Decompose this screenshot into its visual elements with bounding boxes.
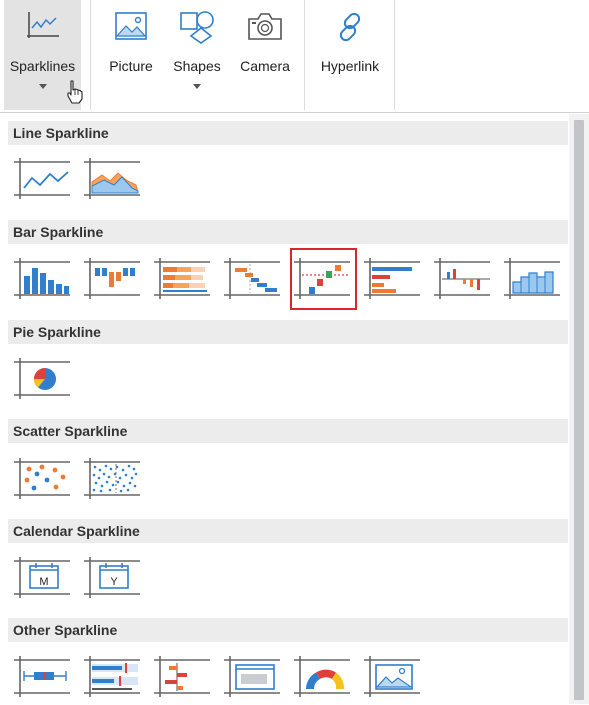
chevron-down-icon (38, 84, 47, 89)
dense-scatter-icon (84, 458, 140, 499)
hyperlink-button[interactable]: Hyperlink (314, 0, 386, 110)
month-sparkline-thumb[interactable]: M (12, 554, 74, 600)
horizontal-bar-sparkline-thumb[interactable] (362, 255, 424, 301)
area-chart-icon (84, 158, 140, 199)
section-header-bar: Bar Sparkline (8, 220, 568, 244)
stacked-sparkline-thumb[interactable] (152, 255, 214, 301)
section-header-other: Other Sparkline (8, 618, 568, 642)
chevron-down-icon (193, 84, 201, 89)
ribbon: Sparklines Picture Shapes Camera Hyperli… (0, 0, 589, 110)
ribbon-separator (394, 0, 395, 110)
hyperlink-label: Hyperlink (320, 58, 380, 74)
pie-chart-icon (14, 358, 70, 399)
bullet-sparkline-thumb[interactable] (82, 653, 144, 699)
picture-button[interactable]: Picture (100, 0, 162, 110)
hand-cursor-icon (66, 80, 84, 109)
selected-item-highlight (290, 248, 357, 310)
link-icon (333, 10, 367, 47)
cascade-sparkline-thumb[interactable] (222, 255, 284, 301)
image-sparkline-thumb[interactable] (362, 653, 424, 699)
line-chart-icon (14, 158, 70, 199)
section-header-line: Line Sparkline (8, 121, 568, 145)
year-sparkline-thumb[interactable]: Y (82, 554, 144, 600)
column-sparkline-thumb[interactable] (12, 255, 74, 301)
scatter-dense-sparkline-thumb[interactable] (82, 455, 144, 501)
cascade-chart-icon (224, 258, 280, 299)
stepped-area-icon (504, 258, 560, 299)
gauge-sparkline-thumb[interactable] (292, 653, 354, 699)
gauge-chart-icon (294, 656, 350, 697)
vertical-scrollbar[interactable] (569, 114, 589, 704)
line-sparkline-thumb[interactable] (12, 155, 74, 201)
shapes-label: Shapes (173, 58, 221, 74)
image-thumb-sparkline-thumb[interactable] (222, 653, 284, 699)
shapes-button[interactable]: Shapes (168, 0, 226, 110)
horizontal-bar-icon (364, 258, 420, 299)
winloss-sparkline-thumb[interactable] (82, 255, 144, 301)
ribbon-separator (304, 0, 305, 110)
picture-label: Picture (109, 58, 153, 74)
calendar-year-letter: Y (110, 576, 118, 588)
scrollbar-thumb[interactable] (574, 120, 584, 700)
pie-sparkline-thumb[interactable] (12, 355, 74, 401)
box-plot-sparkline-thumb[interactable] (12, 653, 74, 699)
spread-chart-icon (154, 656, 210, 697)
box-plot-icon (14, 656, 70, 697)
scatter-chart-icon (14, 458, 70, 499)
section-header-calendar: Calendar Sparkline (8, 519, 568, 543)
stacked-bar-icon (154, 258, 210, 299)
scatter-sparkline-thumb[interactable] (12, 455, 74, 501)
bars-variance-icon (434, 258, 490, 299)
sparkline-icon (25, 10, 61, 45)
vari-bars-sparkline-thumb[interactable] (432, 255, 494, 301)
picture-icon (114, 10, 148, 45)
camera-button[interactable]: Camera (234, 0, 296, 110)
area-sparkline-thumb[interactable] (82, 155, 144, 201)
column-chart-icon (14, 258, 70, 299)
bullet-chart-icon (84, 656, 140, 697)
spread-sparkline-thumb[interactable] (152, 653, 214, 699)
camera-label: Camera (240, 58, 290, 74)
section-header-pie: Pie Sparkline (8, 320, 568, 344)
camera-icon (246, 10, 284, 45)
window-image-icon (224, 656, 280, 697)
calendar-month-letter: M (39, 576, 48, 588)
ribbon-separator (90, 0, 91, 110)
section-header-scatter: Scatter Sparkline (8, 419, 568, 443)
picture-icon (364, 656, 420, 697)
calendar-month-icon: M (14, 557, 70, 598)
sparklines-label: Sparklines (9, 58, 76, 74)
shapes-icon (179, 10, 215, 47)
stepped-sparkline-thumb[interactable] (502, 255, 564, 301)
winloss-chart-icon (84, 258, 140, 299)
calendar-year-icon: Y (84, 557, 140, 598)
